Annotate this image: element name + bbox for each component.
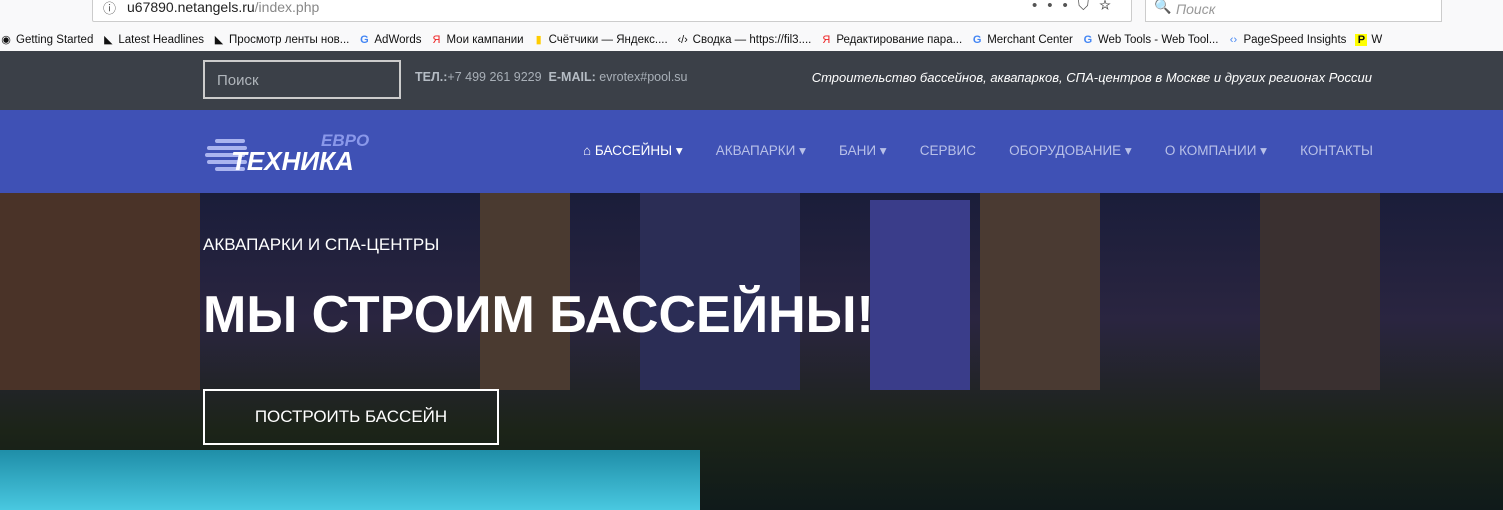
rss-icon: ◣	[104, 34, 113, 46]
pocket-icon[interactable]: ⛉	[1078, 0, 1099, 14]
building	[870, 200, 970, 390]
browser-toolbar: ⓘ u67890.netangels.ru/index.php •••⛉☆ 🔍 П…	[0, 0, 1503, 28]
bookmark[interactable]: Я Редактирование пара...	[820, 34, 962, 46]
nav-o-kompanii[interactable]: О КОМПАНИИ ▾	[1165, 143, 1267, 159]
bookmark[interactable]: ◣ Просмотр ленты нов...	[213, 33, 350, 47]
url-path: /index.php	[254, 0, 320, 15]
slogan: Строительство бассейнов, аквапарков, СПА…	[811, 70, 1372, 85]
google-icon: G	[1083, 33, 1093, 46]
search-icon: 🔍	[1154, 0, 1172, 14]
bookmark[interactable]: ◣ Latest Headlines	[102, 33, 205, 47]
bookmark[interactable]: Я Мои кампании	[430, 34, 523, 46]
bookmark-label: Редактирование пара...	[836, 33, 963, 46]
contacts: ТЕЛ.:+7 499 261 9229 E-MAIL: evrotex#poo…	[415, 70, 688, 84]
address-bar[interactable]: ⓘ u67890.netangels.ru/index.php •••⛉☆	[92, 0, 1132, 22]
bookmark-label: Latest Headlines	[118, 33, 205, 46]
building	[1260, 193, 1380, 390]
metrika-icon: ▮	[535, 34, 542, 46]
nav-servis[interactable]: СЕРВИС	[920, 143, 976, 159]
nav-kontakty[interactable]: КОНТАКТЫ	[1300, 143, 1373, 159]
bookmark[interactable]: ‹/› Сводка — https://fil3....	[677, 33, 812, 46]
top-bar: Поиск ТЕЛ.:+7 499 261 9229 E-MAIL: evrot…	[0, 51, 1503, 110]
search-placeholder: Поиск	[217, 72, 259, 89]
build-pool-button[interactable]: ПОСТРОИТЬ БАССЕЙН	[203, 389, 499, 445]
bookmark[interactable]: ▮ Счётчики — Яндекс....	[533, 33, 668, 47]
hero-subtitle: АКВАПАРКИ И СПА-ЦЕНТРЫ	[203, 235, 440, 254]
bookmark-label: Merchant Center	[987, 33, 1073, 46]
logo-tehnika: ТЕХНИКА	[231, 146, 354, 174]
bookmark-label: Просмотр ленты нов...	[229, 33, 350, 46]
p-icon: P	[1355, 33, 1368, 46]
code-icon: ‹/›	[677, 33, 688, 46]
hero-banner: АКВАПАРКИ И СПА-ЦЕНТРЫ МЫ СТРОИМ БАССЕЙН…	[0, 193, 1503, 510]
browser-search[interactable]: 🔍 Поиск	[1145, 0, 1442, 22]
search-placeholder: Поиск	[1176, 1, 1216, 17]
globe-icon: ◉	[1, 34, 11, 46]
nav-label: БАССЕЙНЫ ▾	[594, 143, 683, 158]
email[interactable]: evrotex#pool.su	[599, 70, 687, 84]
star-icon[interactable]: ☆	[1099, 0, 1121, 14]
home-icon: ⌂	[583, 143, 595, 158]
building	[980, 193, 1100, 390]
tel-label: ТЕЛ.:	[415, 70, 448, 84]
bookmark[interactable]: G Web Tools - Web Tool...	[1082, 34, 1219, 46]
bookmarks-bar: ◉ Getting Started ◣ Latest Headlines ◣ Прос…	[0, 28, 1503, 51]
nav-oborudovanie[interactable]: ОБОРУДОВАНИЕ ▾	[1009, 143, 1132, 159]
bookmark-label: Getting Started	[16, 33, 94, 46]
yandex-icon: Я	[432, 33, 441, 46]
bookmark-label: Счётчики — Яндекс....	[548, 33, 668, 46]
bookmark-label: Сводка — https://fil3....	[692, 33, 812, 46]
google-icon: G	[972, 33, 982, 46]
bookmark[interactable]: G Merchant Center	[971, 34, 1073, 46]
main-nav: ЕВРО ТЕХНИКА ⌂ БАССЕЙНЫ ▾ АКВАПАРКИ ▾ БА…	[0, 110, 1503, 193]
building	[0, 193, 200, 390]
bookmark-label: PageSpeed Insights	[1243, 33, 1347, 46]
bookmark[interactable]: ◉ Getting Started	[0, 33, 94, 47]
hero-title: МЫ СТРОИМ БАССЕЙНЫ!	[203, 286, 874, 344]
rss-icon: ◣	[214, 34, 224, 46]
bookmark-label: AdWords	[374, 33, 422, 46]
phone[interactable]: +7 499 261 9229	[447, 70, 541, 84]
bookmark[interactable]: ‹› PageSpeed Insights	[1227, 33, 1347, 46]
pool-image	[0, 450, 700, 510]
bookmark-label: Web Tools - Web Tool...	[1097, 33, 1219, 46]
google-icon: G	[360, 33, 369, 46]
bookmark[interactable]: PW	[1355, 33, 1383, 46]
nav-bani[interactable]: БАНИ ▾	[839, 143, 887, 159]
email-label: E-MAIL:	[548, 70, 596, 84]
nav-basseiny[interactable]: ⌂ БАССЕЙНЫ ▾	[583, 143, 683, 159]
info-icon[interactable]: ⓘ	[103, 0, 116, 17]
site-search-input[interactable]: Поиск	[203, 60, 401, 99]
nav-akvaparki[interactable]: АКВАПАРКИ ▾	[716, 143, 806, 159]
logo[interactable]: ЕВРО ТЕХНИКА	[203, 130, 383, 174]
yandex-icon: Я	[822, 33, 831, 46]
bookmark-label: Мои кампании	[446, 33, 524, 46]
pagespeed-icon: ‹›	[1229, 33, 1238, 46]
bookmark[interactable]: G AdWords	[358, 34, 421, 46]
more-icon[interactable]: •••	[1032, 0, 1078, 14]
url-host: u67890.netangels.ru	[127, 0, 255, 15]
bookmark-label: W	[1371, 33, 1383, 46]
